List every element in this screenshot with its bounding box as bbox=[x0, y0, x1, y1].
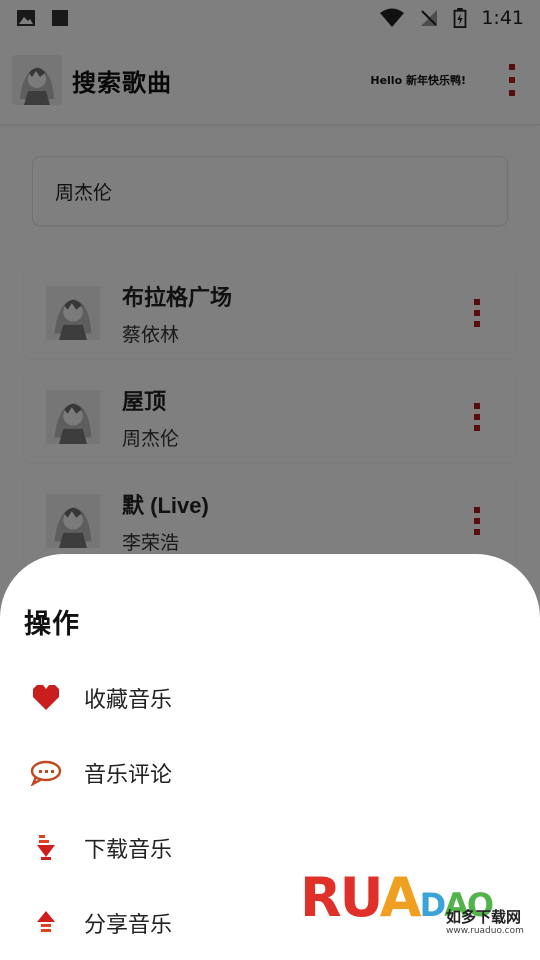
download-icon bbox=[37, 835, 55, 860]
favorite-music-action[interactable]: 收藏音乐 bbox=[0, 668, 540, 728]
site-watermark: RUADAO 如多下载网 www.ruaduo.com bbox=[300, 866, 530, 950]
watermark-url: www.ruaduo.com bbox=[446, 926, 524, 936]
comment-icon bbox=[30, 760, 62, 786]
action-label: 收藏音乐 bbox=[84, 688, 173, 713]
heart-icon bbox=[33, 685, 59, 710]
action-label: 下载音乐 bbox=[84, 838, 173, 863]
sheet-title: 操作 bbox=[24, 609, 80, 640]
action-label: 分享音乐 bbox=[84, 913, 173, 938]
action-label: 音乐评论 bbox=[84, 763, 173, 788]
share-icon bbox=[37, 911, 55, 932]
watermark-subtitle: 如多下载网 bbox=[446, 908, 522, 926]
music-comment-action[interactable]: 音乐评论 bbox=[0, 743, 540, 803]
screen: 1:41 搜索歌曲 Hello 新年快乐鸭! bbox=[0, 0, 540, 960]
